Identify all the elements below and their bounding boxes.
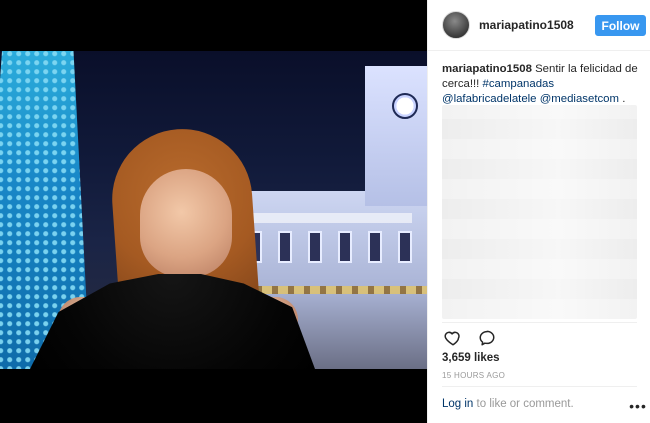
action-bar	[442, 327, 498, 349]
caption-mention-2[interactable]: @mediasetcom	[540, 93, 619, 105]
comment-bubble-icon[interactable]	[476, 327, 498, 349]
post-header: mariapatino1508 Follow	[428, 0, 650, 51]
likes-count[interactable]: 3,659 likes	[442, 352, 500, 364]
building-window	[398, 231, 412, 263]
follow-button[interactable]: Follow	[595, 15, 646, 36]
caption-mention-1[interactable]: @lafabricadelatele	[442, 93, 537, 105]
building-window	[368, 231, 382, 263]
person	[30, 124, 315, 369]
divider	[442, 386, 637, 387]
building-window	[338, 231, 352, 263]
face	[140, 169, 232, 277]
post-media	[0, 0, 427, 423]
blurred-comments	[442, 105, 637, 319]
post-details-panel: mariapatino1508 Follow mariapatino1508 S…	[427, 0, 650, 423]
post-time[interactable]: 15 HOURS AGO	[442, 371, 505, 380]
black-top	[30, 274, 315, 369]
user-avatar[interactable]	[442, 11, 470, 39]
header-username[interactable]: mariapatino1508	[479, 18, 574, 32]
clock-tower	[365, 66, 427, 206]
comment-login-row: Log in to like or comment. •••	[442, 398, 647, 414]
caption-username[interactable]: mariapatino1508	[442, 63, 532, 75]
divider	[442, 322, 637, 323]
login-link[interactable]: Log in	[442, 398, 473, 410]
clock-face	[392, 93, 418, 119]
caption-trailing: .	[622, 93, 626, 105]
login-rest-text: to like or comment.	[476, 398, 574, 410]
post-photo	[0, 51, 427, 369]
post-caption: mariapatino1508 Sentir la felicidad de c…	[442, 62, 647, 107]
caption-hashtag[interactable]: #campanadas	[483, 78, 555, 90]
more-horizontal-icon[interactable]: •••	[629, 398, 647, 414]
heart-icon[interactable]	[442, 327, 464, 349]
